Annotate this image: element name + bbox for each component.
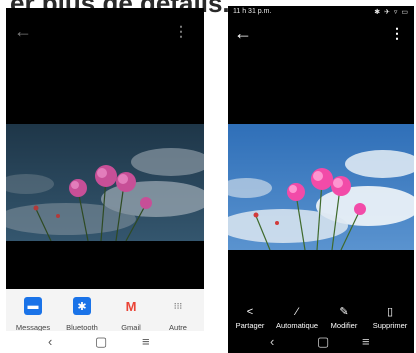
share-target-other[interactable]: ⁝⁝⁝ Autre [154, 297, 202, 333]
navigation-bar: ‹ ▢ ≡ [6, 331, 204, 353]
gmail-icon: M [125, 298, 137, 314]
more-vert-icon[interactable]: ⋮ [390, 26, 404, 40]
status-time: 11 h 31 p.m. [233, 8, 272, 15]
back-icon[interactable]: ‹ [48, 334, 52, 349]
left-phone-screen: ← ⋮ ▬ Messages ✱ Bluetooth M Gmail ⁝⁝⁝ A… [6, 8, 204, 353]
edit-icon: ✎ [339, 306, 349, 318]
delete-icon: ▯ [386, 306, 394, 318]
edit-button[interactable]: ✎ Modifier [320, 306, 368, 330]
flower-photo [6, 124, 204, 241]
menu-icon[interactable]: ≡ [142, 334, 150, 349]
auto-enhance-button[interactable]: ⁄ Automatique [273, 306, 321, 330]
more-apps-icon: ⁝⁝⁝ [173, 301, 183, 311]
photo-preview [6, 124, 204, 241]
bluetooth-icon: ✱ [73, 297, 91, 315]
right-phone-screen: 11 h 31 p.m. ✱ ✈ ▿ ▭ ← ⋮ < Partager ⁄ Au… [228, 6, 414, 353]
share-target-bluetooth[interactable]: ✱ Bluetooth [58, 297, 106, 332]
home-icon[interactable]: ▢ [95, 334, 107, 350]
action-label: Modifier [330, 321, 358, 330]
status-icons: ✱ ✈ ▿ ▭ [374, 9, 409, 16]
photo-preview [228, 124, 414, 250]
share-target-gmail[interactable]: M Gmail [107, 297, 155, 333]
share-target-messages[interactable]: ▬ Messages [9, 297, 57, 332]
share-icon: < [246, 306, 254, 318]
photo-action-bar: < Partager ⁄ Automatique ✎ Modifier ▯ Su… [228, 306, 414, 332]
messages-icon: ▬ [24, 297, 42, 315]
action-label: Supprimer [372, 321, 408, 330]
home-icon[interactable]: ▢ [317, 334, 329, 350]
arrow-back-icon[interactable]: ← [14, 22, 32, 40]
delete-button[interactable]: ▯ Supprimer [366, 306, 414, 330]
back-icon[interactable]: ‹ [270, 334, 274, 349]
share-button[interactable]: < Partager [228, 306, 274, 330]
action-label: Automatique [275, 321, 319, 330]
menu-icon[interactable]: ≡ [362, 334, 370, 349]
status-bar: 11 h 31 p.m. ✱ ✈ ▿ ▭ [228, 6, 414, 18]
navigation-bar: ‹ ▢ ≡ [228, 331, 414, 353]
arrow-back-icon[interactable]: ← [234, 24, 252, 42]
auto-enhance-icon: ⁄ [296, 306, 298, 318]
action-label: Partager [235, 321, 265, 330]
flower-photo [228, 124, 414, 250]
more-vert-icon[interactable]: ⋮ [174, 24, 188, 38]
